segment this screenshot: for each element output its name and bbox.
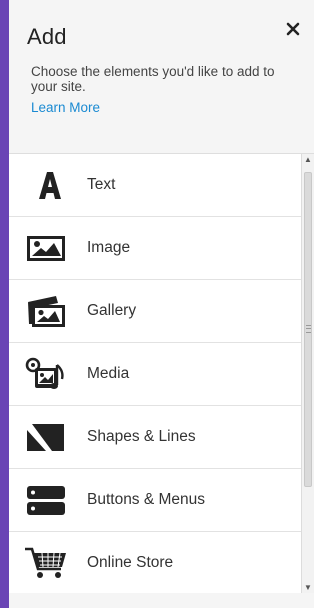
gallery-icon bbox=[28, 296, 65, 327]
elements-list: Text Image Gallery Media Shapes & Lines … bbox=[9, 154, 301, 594]
item-label: Text bbox=[87, 176, 116, 193]
list-item-shapes[interactable]: Shapes & Lines bbox=[9, 406, 301, 469]
list-item-gallery[interactable]: Gallery bbox=[9, 280, 301, 343]
panel-footer bbox=[9, 593, 314, 608]
learn-more-link[interactable]: Learn More bbox=[31, 100, 100, 115]
scroll-down-arrow-icon[interactable]: ▼ bbox=[304, 584, 312, 592]
list-item-online-store[interactable]: Online Store bbox=[9, 532, 301, 594]
list-item-image[interactable]: Image bbox=[9, 217, 301, 280]
panel-header: Add Choose the elements you'd like to ad… bbox=[9, 0, 314, 143]
text-a-icon bbox=[39, 172, 61, 199]
left-accent-bar bbox=[0, 0, 9, 608]
item-label: Gallery bbox=[87, 302, 137, 319]
list-item-buttons-menus[interactable]: Buttons & Menus bbox=[9, 469, 301, 532]
scroll-grip-icon bbox=[306, 325, 311, 333]
item-label: Online Store bbox=[87, 554, 174, 571]
scroll-up-arrow-icon[interactable]: ▲ bbox=[304, 156, 312, 164]
list-item-media[interactable]: Media bbox=[9, 343, 301, 406]
shapes-icon bbox=[27, 424, 64, 451]
item-label: Media bbox=[87, 365, 130, 382]
item-label: Shapes & Lines bbox=[87, 428, 196, 445]
shopping-cart-icon bbox=[25, 547, 66, 578]
list-item-text[interactable]: Text bbox=[9, 154, 301, 217]
elements-list-container: Text Image Gallery Media Shapes & Lines … bbox=[9, 153, 314, 594]
panel-description: Choose the elements you'd like to add to… bbox=[31, 64, 275, 94]
buttons-menus-icon bbox=[27, 486, 65, 515]
scroll-thumb[interactable] bbox=[304, 172, 312, 487]
item-label: Image bbox=[87, 239, 131, 256]
add-panel: Add Choose the elements you'd like to ad… bbox=[9, 0, 314, 608]
item-label: Buttons & Menus bbox=[87, 491, 206, 508]
media-icon bbox=[25, 357, 64, 389]
list-scrollbar[interactable]: ▲ ▼ bbox=[301, 154, 314, 594]
panel-title: Add bbox=[27, 24, 67, 49]
image-icon bbox=[27, 236, 65, 261]
close-icon[interactable] bbox=[284, 20, 302, 38]
